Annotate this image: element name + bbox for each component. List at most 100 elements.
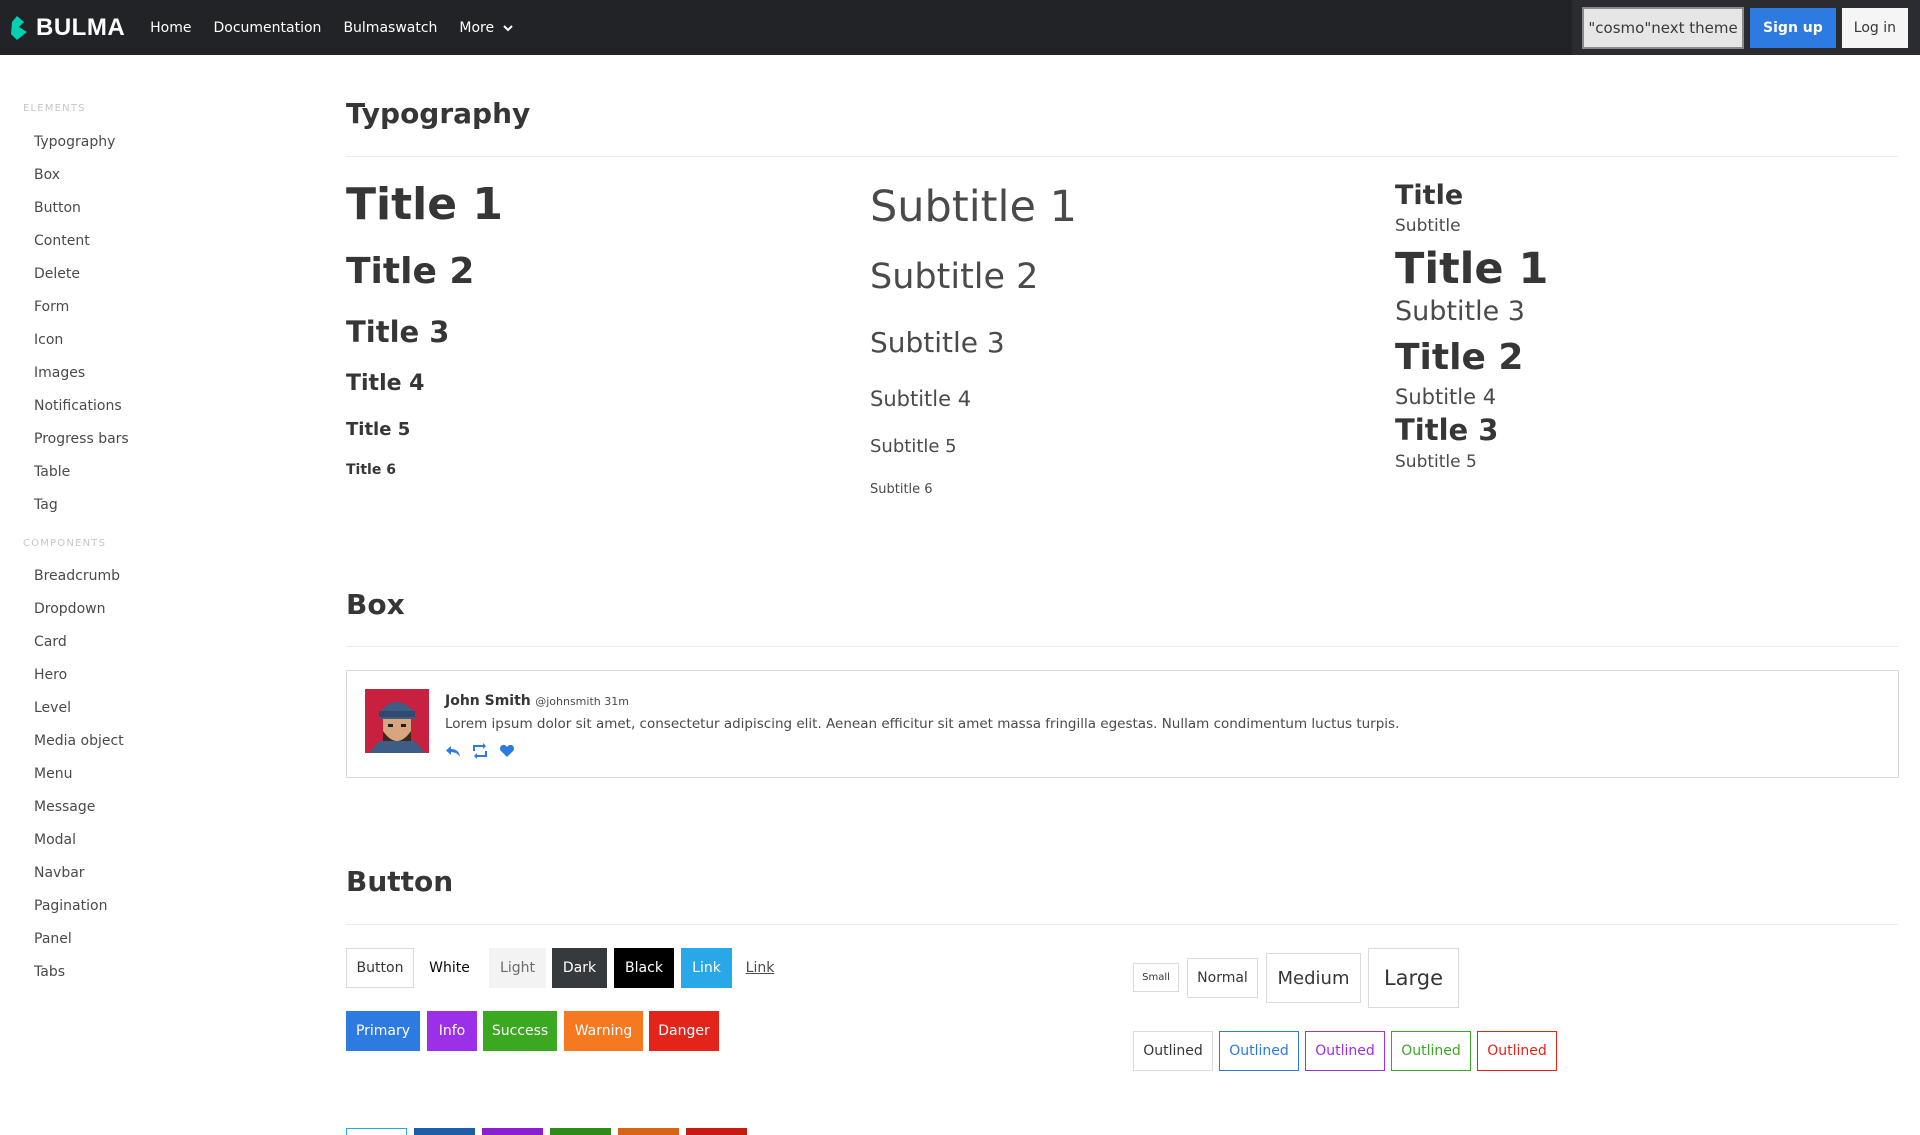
subtitle-1: Subtitle 1	[870, 182, 1077, 232]
sidebar-item-level[interactable]: Level	[34, 700, 71, 716]
brand-logo[interactable]: BULMA	[10, 0, 125, 55]
button-outlined-primary[interactable]: Outlined	[1219, 1031, 1299, 1071]
button-white[interactable]: White	[420, 948, 479, 988]
title-1: Title 1	[346, 179, 503, 230]
button-normal[interactable]: Normal	[1187, 958, 1258, 998]
pair-subtitle-5: Subtitle 5	[1395, 452, 1477, 472]
sidebar-item-tag[interactable]: Tag	[34, 497, 58, 513]
pair-title-2: Title 2	[1395, 337, 1524, 378]
box-heading: Box	[346, 588, 405, 621]
retweet-icon[interactable]	[471, 743, 489, 759]
pair-title-3: Title 3	[1395, 413, 1499, 447]
author-handle: @johnsmith 31m	[535, 695, 629, 708]
sidebar-item-menu[interactable]: Menu	[34, 766, 72, 782]
nav-home[interactable]: Home	[139, 0, 202, 55]
button-warning[interactable]: Warning	[564, 1011, 643, 1051]
button-outlined-info[interactable]: Outlined	[1305, 1031, 1385, 1071]
sidebar-item-delete[interactable]: Delete	[34, 266, 80, 282]
top-navbar: BULMA Home Documentation Bulmaswatch Mor…	[0, 0, 1920, 55]
button-partial[interactable]	[414, 1128, 475, 1135]
button-large[interactable]: Large	[1368, 948, 1459, 1008]
menu-label-components: COMPONENTS	[23, 538, 107, 549]
sidebar-item-navbar[interactable]: Navbar	[34, 865, 85, 881]
heart-icon[interactable]	[499, 743, 515, 759]
button-partial[interactable]	[618, 1128, 679, 1135]
subtitle-4: Subtitle 4	[870, 387, 972, 411]
button-heading: Button	[346, 865, 454, 898]
sidebar-item-message[interactable]: Message	[34, 799, 95, 815]
author-line: John Smith @johnsmith 31m	[445, 693, 629, 709]
sidebar-item-progress-bars[interactable]: Progress bars	[34, 431, 129, 447]
title-6: Title 6	[346, 462, 396, 478]
brand-name: BULMA	[36, 13, 126, 41]
signup-button[interactable]: Sign up	[1750, 7, 1836, 48]
button-small[interactable]: Small	[1133, 963, 1179, 992]
typography-heading: Typography	[346, 97, 531, 130]
nav-bulmaswatch[interactable]: Bulmaswatch	[332, 0, 448, 55]
bulma-logo-icon	[11, 15, 27, 40]
sidebar-item-panel[interactable]: Panel	[34, 931, 72, 947]
subtitle-3: Subtitle 3	[870, 326, 1005, 359]
button-primary[interactable]: Primary	[346, 1011, 420, 1051]
reply-icon[interactable]	[445, 743, 461, 759]
sidebar-item-icon[interactable]: Icon	[34, 332, 63, 348]
sidebar-item-content[interactable]: Content	[34, 233, 90, 249]
section-divider	[346, 646, 1898, 647]
sidebar-item-card[interactable]: Card	[34, 634, 67, 650]
sidebar-item-table[interactable]: Table	[34, 464, 70, 480]
button-danger[interactable]: Danger	[649, 1011, 719, 1051]
sidebar-item-media-object[interactable]: Media object	[34, 733, 124, 749]
sidebar-item-pagination[interactable]: Pagination	[34, 898, 107, 914]
subtitle-6: Subtitle 6	[870, 482, 933, 497]
button-partial[interactable]	[482, 1128, 543, 1135]
chevron-down-icon	[503, 24, 513, 31]
section-divider	[346, 924, 1898, 925]
pair-subtitle-4: Subtitle 4	[1395, 385, 1497, 409]
title-2: Title 2	[346, 251, 475, 292]
next-theme-button[interactable]: "cosmo"next theme	[1582, 6, 1745, 49]
button-success[interactable]: Success	[483, 1011, 557, 1051]
button-info[interactable]: Info	[427, 1011, 477, 1051]
button-light[interactable]: Light	[489, 948, 546, 988]
navbar-end: "cosmo"next theme Sign up Log in	[1572, 0, 1920, 55]
button-outlined-default[interactable]: Outlined	[1133, 1031, 1213, 1071]
author-name: John Smith	[445, 693, 531, 709]
pair-subtitle-3: Subtitle 3	[1395, 296, 1525, 327]
button-black[interactable]: Black	[614, 948, 674, 988]
post-text: Lorem ipsum dolor sit amet, consectetur …	[445, 716, 1400, 732]
button-dark[interactable]: Dark	[552, 948, 607, 988]
button-text-link[interactable]: Link	[740, 948, 780, 988]
avatar-illustration	[365, 689, 429, 753]
sidebar-item-form[interactable]: Form	[34, 299, 69, 315]
button-medium[interactable]: Medium	[1266, 953, 1361, 1003]
nav-more[interactable]: More	[448, 0, 525, 55]
sidebar-item-button[interactable]: Button	[34, 200, 81, 216]
title-5: Title 5	[346, 419, 411, 440]
sidebar-menu: ELEMENTS Typography Box Button Content D…	[0, 55, 300, 1080]
button-outlined-danger[interactable]: Outlined	[1477, 1031, 1557, 1071]
button-partial[interactable]	[686, 1128, 747, 1135]
sidebar-item-notifications[interactable]: Notifications	[34, 398, 122, 414]
avatar	[365, 689, 429, 753]
sidebar-item-hero[interactable]: Hero	[34, 667, 67, 683]
sidebar-item-box[interactable]: Box	[34, 167, 60, 183]
title-4: Title 4	[346, 371, 425, 396]
login-button[interactable]: Log in	[1841, 7, 1908, 48]
section-divider	[346, 156, 1898, 157]
button-default[interactable]: Button	[346, 948, 414, 988]
button-outlined-success[interactable]: Outlined	[1391, 1031, 1471, 1071]
sidebar-item-typography[interactable]: Typography	[34, 134, 115, 150]
sidebar-item-images[interactable]: Images	[34, 365, 85, 381]
button-partial[interactable]	[550, 1128, 611, 1135]
button-link-colored[interactable]: Link	[681, 948, 732, 988]
title-3: Title 3	[346, 315, 450, 349]
sidebar-item-dropdown[interactable]: Dropdown	[34, 601, 105, 617]
sidebar-item-breadcrumb[interactable]: Breadcrumb	[34, 568, 120, 584]
pair-title-1: Title 1	[1395, 244, 1549, 294]
button-partial[interactable]	[346, 1128, 407, 1135]
sidebar-item-modal[interactable]: Modal	[34, 832, 76, 848]
sidebar-item-tabs[interactable]: Tabs	[34, 964, 65, 980]
post-actions	[445, 743, 515, 759]
pair-title: Title	[1395, 180, 1464, 211]
nav-documentation[interactable]: Documentation	[203, 0, 333, 55]
